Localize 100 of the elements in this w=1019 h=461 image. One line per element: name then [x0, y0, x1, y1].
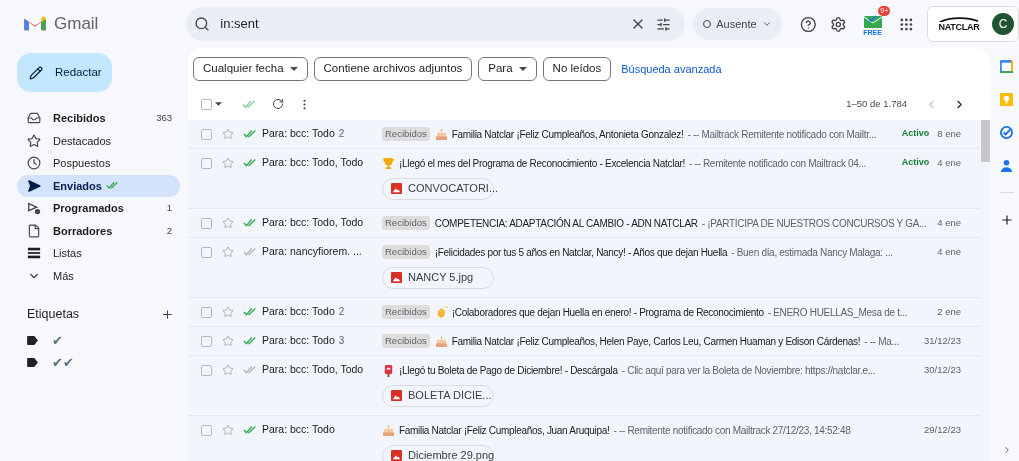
search-input[interactable]: in:sent: [220, 14, 621, 34]
filter-chip[interactable]: Contiene archivos adjuntos: [313, 57, 473, 81]
star-icon[interactable]: [222, 424, 234, 436]
sidebar-item[interactable]: Programados 1: [17, 197, 180, 220]
filter-options-icon[interactable]: [656, 16, 672, 32]
email-subject: ¡Colaboradores que dejan Huella en enero! - Programa de Reconocimiento: [451, 305, 764, 320]
search-bar[interactable]: in:sent: [186, 7, 686, 41]
label-tag[interactable]: Recibidos: [382, 333, 430, 349]
attachment-chip[interactable]: Diciembre 29.png: [382, 444, 494, 461]
sidebar-item[interactable]: Pospuestos: [17, 152, 180, 175]
star-icon[interactable]: [222, 246, 234, 258]
account-button[interactable]: NATCLAR C: [927, 6, 1019, 42]
attachment-chip[interactable]: BOLETA DICIE...: [382, 384, 494, 407]
filter-chip[interactable]: Para: [478, 57, 537, 81]
label-tag[interactable]: Recibidos: [382, 304, 430, 320]
star-icon[interactable]: [222, 128, 234, 140]
email-row[interactable]: Para: bcc: Todo, Todo ¡Llegó el mes del Programa de Reconocimiento - Excelencia Natclar! - -- Remitente notificado con Mailtrack 04... Activo 4 ene CONVOCATORI...: [188, 149, 981, 209]
recipient-name: Para: bcc: Todo: [262, 304, 335, 320]
tasks-icon[interactable]: [1000, 126, 1013, 139]
email-row[interactable]: Para: nancyfiorem. ... Recibidos ¡Felicidades por tus 5 años en Natclar, Nancy! - Años que dejan Huella - Buen día, estimada Nancy Malaga: ... 4 ene NANCY 5.jpg: [188, 238, 981, 298]
person-icon[interactable]: [1000, 159, 1013, 172]
pagination-range: 1–50 de 1.784: [846, 96, 907, 111]
email-date: 4 ene: [937, 215, 961, 230]
compose-button[interactable]: Redactar: [17, 53, 112, 92]
caret-icon: [518, 67, 527, 71]
row-checkbox[interactable]: [201, 128, 212, 140]
row-checkbox[interactable]: [201, 335, 212, 347]
help-icon[interactable]: [799, 15, 817, 33]
row-checkbox[interactable]: [201, 306, 212, 318]
item-label: Borradores: [53, 223, 113, 239]
plus-icon[interactable]: [999, 213, 1014, 227]
email-subject: Familia Natclar ¡Feliz Cumpleaños, Antonieta Gonzalez!: [451, 127, 684, 142]
send-icon: [27, 178, 41, 193]
sidebar-item[interactable]: Más: [17, 264, 180, 287]
scrollbar-thumb[interactable]: [981, 120, 990, 162]
settings-icon[interactable]: [830, 15, 847, 33]
star-icon[interactable]: [222, 157, 234, 169]
star-icon[interactable]: [222, 364, 234, 376]
status-text: Activo: [901, 156, 930, 170]
message-count: 2: [338, 127, 345, 142]
row-checkbox[interactable]: [201, 157, 212, 169]
row-checkbox[interactable]: [201, 364, 212, 376]
image-file-icon: [391, 183, 402, 194]
sidebar-item[interactable]: Borradores 2: [17, 219, 180, 242]
calendar-icon[interactable]: [1000, 60, 1013, 73]
email-snippet: - -- Mailtrack Remitente notificado con Mailtr...: [687, 127, 877, 142]
search-icon[interactable]: [194, 16, 211, 32]
label-item[interactable]: ✔: [27, 329, 188, 352]
email-subject: ¡Llegó tu Boleta de Pago de Diciembre! - Descárgala: [399, 363, 618, 378]
item-label: Destacados: [53, 133, 112, 149]
star-icon[interactable]: [222, 335, 234, 347]
email-date: 31/12/23: [924, 333, 961, 348]
envelope-check-icon[interactable]: [862, 12, 883, 29]
email-subject: COMPETENCIA: ADAPTACIÓN AL CAMBIO - ADN NATCLAR: [434, 216, 698, 231]
sidebar-item[interactable]: Enviados: [17, 174, 180, 197]
label-tag[interactable]: Recibidos: [382, 244, 430, 260]
gmail-logo-icon[interactable]: [24, 16, 46, 32]
email-row[interactable]: Para: bcc: Todo 2 Recibidos Familia Natclar ¡Feliz Cumpleaños, Antonieta Gonzalez! - -- Mailtrack Remitente notificado con Mailtr... Activo 8 ene: [188, 120, 981, 149]
image-file-icon: [391, 390, 402, 401]
apps-grid-icon[interactable]: [900, 17, 913, 31]
status-button[interactable]: Ausente: [693, 8, 782, 40]
status-text: Activo: [901, 127, 930, 141]
email-date: 30/12/23: [924, 362, 961, 377]
label-item[interactable]: ✔✔: [27, 351, 188, 374]
clock-icon: [27, 156, 41, 171]
email-date: 4 ene: [937, 244, 961, 259]
pencil-icon: [29, 65, 43, 80]
sidebar-item[interactable]: Listas: [17, 242, 180, 265]
trophy-icon: [382, 156, 395, 170]
attachment-chip[interactable]: NANCY 5.jpg: [382, 266, 494, 289]
advanced-search-link[interactable]: Búsqueda avanzada: [621, 60, 722, 78]
refresh-icon[interactable]: [272, 98, 284, 110]
item-label: Enviados: [53, 178, 102, 194]
email-row[interactable]: Para: bcc: Todo 2 Recibidos ¡Colaboradores que dejan Huella en enero! - Programa de Reconocimiento - ENERO HUELLAS_Mesa de t... 2 ene: [188, 298, 981, 327]
row-checkbox[interactable]: [201, 246, 212, 258]
star-icon[interactable]: [222, 306, 234, 318]
avatar[interactable]: C: [992, 13, 1014, 35]
row-checkbox[interactable]: [201, 217, 212, 229]
row-checkbox[interactable]: [201, 424, 212, 436]
label-tag[interactable]: Recibidos: [382, 126, 430, 142]
email-row[interactable]: Para: bcc: Todo, Todo Recibidos COMPETENCIA: ADAPTACIÓN AL CAMBIO - ADN NATCLAR - ¡PARTICIPA DE NUESTROS CONCURSOS Y GA... 4 ene: [188, 209, 981, 238]
recipient-name: Para: bcc: Todo, Todo: [262, 215, 364, 231]
label-tag[interactable]: Recibidos: [382, 215, 430, 231]
filter-chip[interactable]: No leídos: [542, 57, 612, 81]
plus-icon[interactable]: [161, 307, 174, 321]
sidebar-item[interactable]: Recibidos 363: [17, 107, 180, 130]
lightbulb-icon[interactable]: [1000, 93, 1013, 106]
email-snippet: - -- Ma...: [864, 334, 899, 349]
email-snippet: - -- Remitente notificado con Mailtrack 04...: [688, 156, 867, 171]
email-row[interactable]: Para: bcc: Todo, Todo ¡Llegó tu Boleta de Pago de Diciembre! - Descárgala - Clic aquí para ver la Boleta de Noviembre: https://natclar.e... 30/12/23 BOLETA DICIE...: [188, 356, 981, 416]
email-row[interactable]: Para: bcc: Todo 3 Recibidos Familia Natclar ¡Feliz Cumpleaños, Helen Paye, Carlos Leu, Carmen Huaman y Edison Cárdenas! - -- Ma... 31/12/23: [188, 327, 981, 356]
recipient-name: Para: bcc: Todo: [262, 126, 335, 142]
sidebar-item[interactable]: Destacados: [17, 129, 180, 152]
section-title: Etiquetas: [27, 306, 80, 323]
star-icon[interactable]: [222, 217, 234, 229]
draft-icon: [27, 223, 41, 238]
lists-icon: [27, 246, 41, 261]
email-row[interactable]: Para: bcc: Todo Familia Natclar ¡Feliz Cumpleaños, Juan Aruquipa! - -- Remitente notificado con Mailtrack 27/12/23, 14:52:48 29/12/23 Diciembre 29.png: [188, 416, 981, 461]
filter-chip[interactable]: Cualquier fecha: [193, 57, 308, 81]
select-all-checkbox[interactable]: [201, 98, 212, 110]
